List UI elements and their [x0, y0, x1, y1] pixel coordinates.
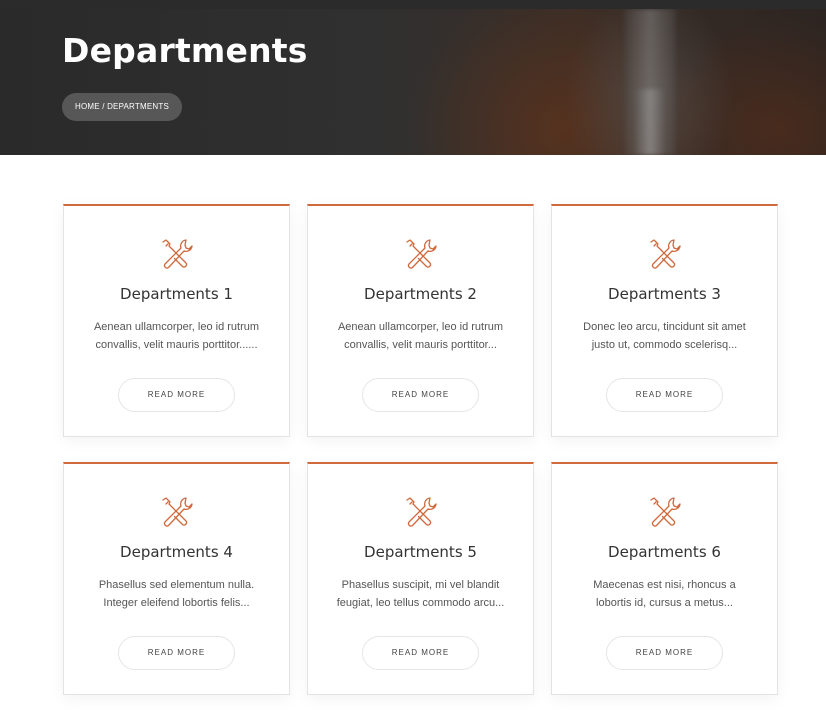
department-card-1: Departments 1 Aenean ullamcorper, leo id…	[63, 204, 290, 437]
breadcrumb[interactable]: HOME / DEPARTMENTS	[62, 93, 182, 121]
tools-icon	[406, 497, 437, 527]
card-description: Maecenas est nisi, rhoncus a lobortis id…	[570, 576, 759, 612]
top-bar	[0, 0, 826, 9]
department-card-4: Departments 4 Phasellus sed elementum nu…	[63, 462, 290, 695]
page-title: Departments	[62, 31, 308, 70]
card-description-line: Aenean ullamcorper, leo id rutrum	[93, 321, 260, 333]
tools-icon	[650, 239, 681, 269]
card-description: Donec leo arcu, tincidunt sit amet justo…	[570, 318, 759, 354]
card-description-line: Aenean ullamcorper, leo id rutrum	[337, 321, 504, 333]
card-description-line: Donec leo arcu, tincidunt sit amet	[583, 321, 746, 333]
department-card-3: Departments 3 Donec leo arcu, tincidunt …	[551, 204, 778, 437]
card-description: Aenean ullamcorper, leo id rutrum conval…	[82, 318, 271, 354]
card-title: Departments 4	[120, 543, 233, 561]
card-description-line: convallis, velit mauris porttitor...	[344, 339, 497, 351]
card-description: Phasellus sed elementum nulla. Integer e…	[82, 576, 271, 612]
read-more-button[interactable]: READ MORE	[606, 378, 723, 412]
read-more-button[interactable]: READ MORE	[362, 378, 479, 412]
tools-icon	[650, 497, 681, 527]
department-card-6: Departments 6 Maecenas est nisi, rhoncus…	[551, 462, 778, 695]
card-description-line: feugiat, leo tellus commodo arcu...	[336, 597, 505, 609]
card-title: Departments 2	[364, 285, 477, 303]
card-description-line: Phasellus sed elementum nulla.	[98, 579, 255, 591]
card-description-line: Integer eleifend lobortis felis...	[103, 597, 250, 609]
read-more-button[interactable]: READ MORE	[606, 636, 723, 670]
page-header-banner: Departments HOME / DEPARTMENTS	[0, 9, 826, 155]
read-more-button[interactable]: READ MORE	[118, 378, 235, 412]
card-title: Departments 1	[120, 285, 233, 303]
department-card-5: Departments 5 Phasellus suscipit, mi vel…	[307, 462, 534, 695]
card-description-line: lobortis id, cursus a metus...	[596, 597, 733, 609]
card-title: Departments 6	[608, 543, 721, 561]
tools-icon	[162, 497, 193, 527]
card-description-line: justo ut, commodo scelerisq...	[591, 339, 738, 351]
background-pole-lower	[636, 89, 664, 155]
department-card-2: Departments 2 Aenean ullamcorper, leo id…	[307, 204, 534, 437]
card-description-line: convallis, velit mauris porttitor......	[95, 339, 258, 351]
card-description-line: Phasellus suscipit, mi vel blandit	[341, 579, 500, 591]
card-description: Aenean ullamcorper, leo id rutrum conval…	[326, 318, 515, 354]
card-description-line: Maecenas est nisi, rhoncus a	[593, 579, 736, 591]
tools-icon	[406, 239, 437, 269]
card-title: Departments 3	[608, 285, 721, 303]
read-more-button[interactable]: READ MORE	[118, 636, 235, 670]
read-more-button[interactable]: READ MORE	[362, 636, 479, 670]
card-description: Phasellus suscipit, mi vel blandit feugi…	[326, 576, 515, 612]
tools-icon	[162, 239, 193, 269]
card-title: Departments 5	[364, 543, 477, 561]
